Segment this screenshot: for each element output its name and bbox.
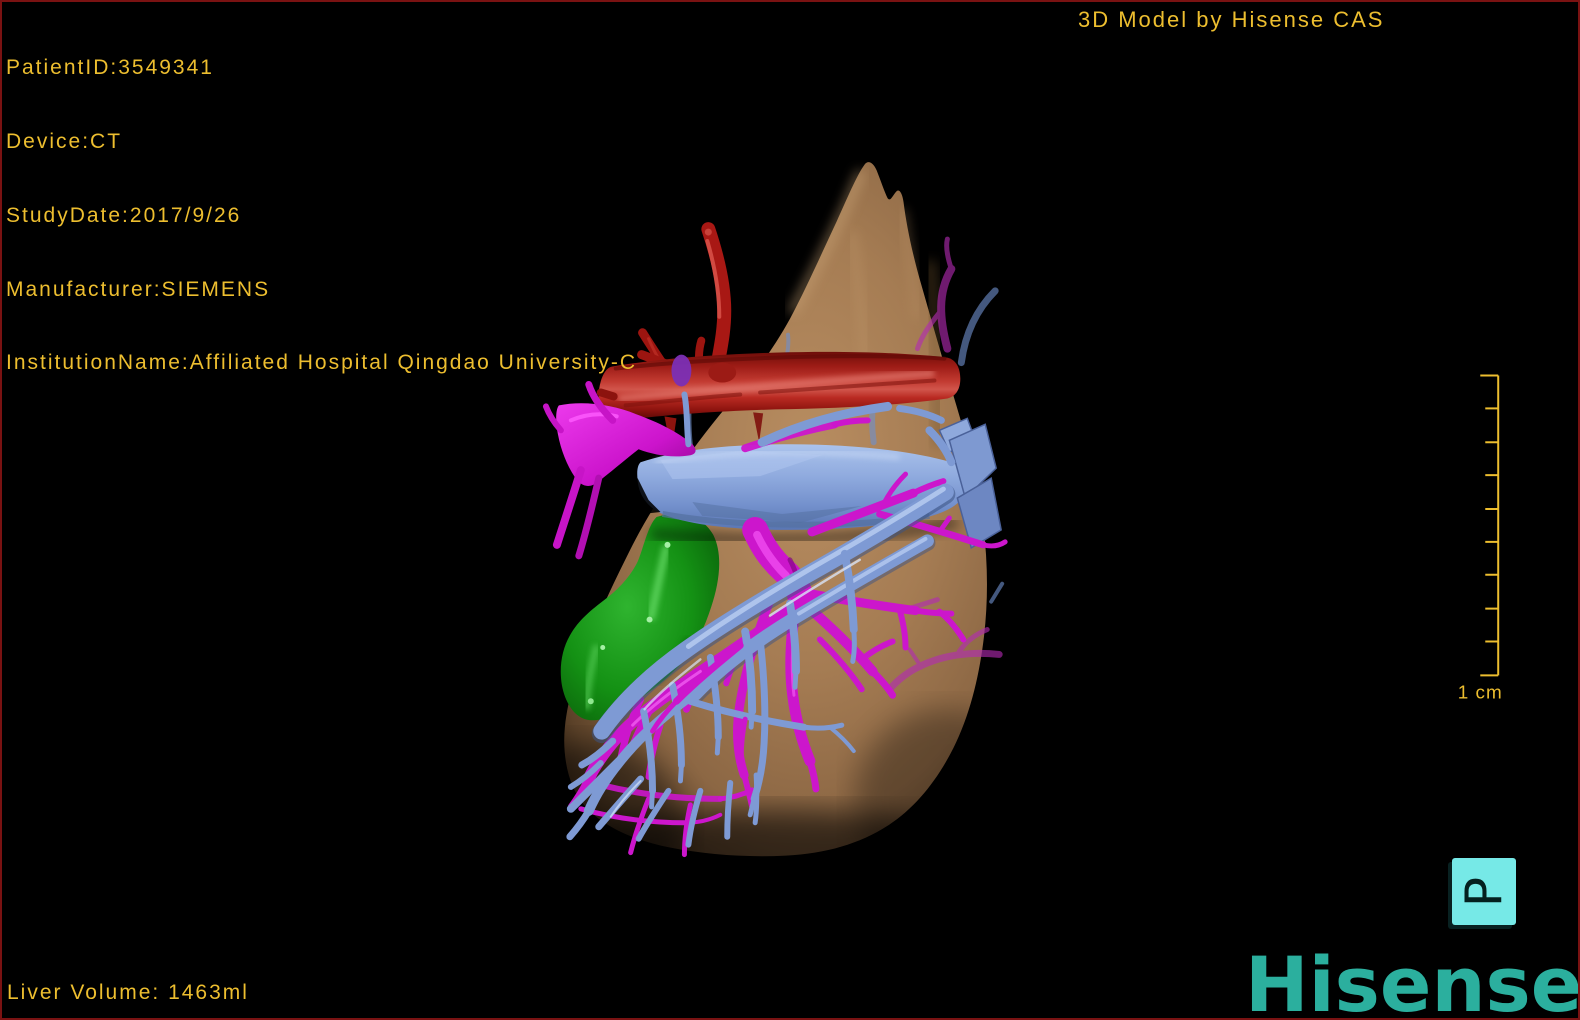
study-date-line: StudyDate:2017/9/26 bbox=[6, 203, 242, 227]
orientation-marker-cube[interactable]: P bbox=[1452, 858, 1516, 925]
cas-3d-viewer-window: 1 cm PatientID:3549341 Device:CT StudyDa… bbox=[0, 0, 1580, 1020]
liver-volume-label: Liver Volume: 1463ml bbox=[7, 981, 249, 1004]
patient-id-line: PatientID:3549341 bbox=[6, 56, 214, 80]
scale-label: 1 cm bbox=[1458, 682, 1503, 703]
patient-info-overlay: PatientID:3549341 Device:CT StudyDate:20… bbox=[6, 7, 637, 425]
institution-name-line: InstitutionName:Affiliated Hospital Qing… bbox=[6, 351, 638, 375]
orientation-p-icon: P bbox=[1455, 876, 1513, 907]
manufacturer-line: Manufacturer:SIEMENS bbox=[6, 277, 271, 301]
watermark-text: 3D Model by Hisense CAS bbox=[1078, 7, 1385, 32]
device-line: Device:CT bbox=[6, 129, 123, 153]
violet-vessel-stump bbox=[671, 354, 692, 387]
hisense-logo: Hisense bbox=[1245, 940, 1580, 1020]
scale-ruler bbox=[1480, 374, 1500, 677]
